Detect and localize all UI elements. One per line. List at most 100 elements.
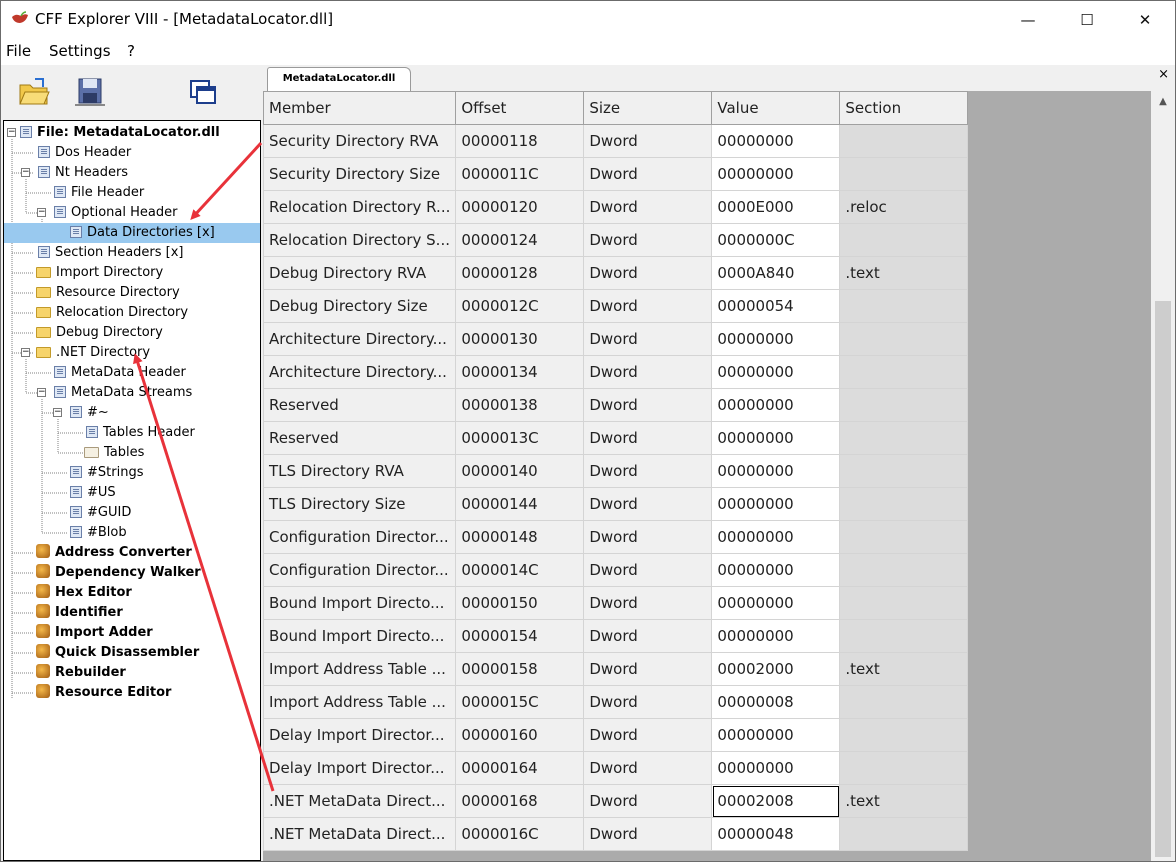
tree-root[interactable]: File: MetadataLocator.dll — [20, 123, 222, 143]
value-cell[interactable]: 00000000 — [711, 355, 841, 389]
value-cell[interactable]: 00000008 — [711, 685, 841, 719]
tree-item-dos-header[interactable]: Dos Header — [38, 143, 133, 163]
column-header[interactable]: Size — [583, 91, 713, 125]
tree-item-resource-directory[interactable]: Resource Directory — [36, 283, 182, 303]
tree-item-address-converter[interactable]: Address Converter — [36, 543, 194, 563]
column-header[interactable]: Value — [711, 91, 841, 125]
tree-item-optional-header[interactable]: Optional Header — [54, 203, 179, 223]
value-cell[interactable]: 00000000 — [711, 388, 841, 422]
tree-item-quick-disassembler[interactable]: Quick Disassembler — [36, 643, 201, 663]
table-row[interactable]: Import Address Table ... 0000015C Dword 000… — [263, 685, 969, 719]
value-cell[interactable]: 00000054 — [711, 289, 841, 323]
column-header[interactable]: Member — [263, 91, 457, 125]
value-cell[interactable]: 00000048 — [711, 817, 841, 851]
tree-expander[interactable]: − — [37, 208, 46, 217]
table-row[interactable]: Configuration Director... 0000014C Dword 00… — [263, 553, 969, 587]
value-cell[interactable]: 00000000 — [711, 487, 841, 521]
menu-help[interactable]: ? — [127, 42, 135, 60]
table-row[interactable]: Reserved 0000013C Dword 00000000 — [263, 421, 969, 455]
file-tree[interactable]: − File: MetadataLocator.dll Dos Header −… — [3, 120, 261, 861]
tree-item-dependency-walker[interactable]: Dependency Walker — [36, 563, 203, 583]
column-header[interactable]: Section — [839, 91, 969, 125]
value-cell[interactable]: 0000000C — [711, 223, 841, 257]
table-row[interactable]: .NET MetaData Direct... 00000168 Dword 0000… — [263, 784, 969, 818]
value-cell[interactable]: 00000000 — [711, 619, 841, 653]
table-row[interactable]: Security Directory Size 0000011C Dword 0000… — [263, 157, 969, 191]
tree-expander[interactable]: − — [7, 128, 16, 137]
tree-item-file-header[interactable]: File Header — [54, 183, 146, 203]
menu-file[interactable]: File — [6, 42, 31, 60]
tree-item-guid[interactable]: #GUID — [70, 503, 133, 523]
tree-item-data-directories[interactable]: Data Directories [x] — [4, 223, 260, 243]
tree-item-net-directory[interactable]: .NET Directory — [36, 343, 152, 363]
tree-item-strings[interactable]: #Strings — [70, 463, 145, 483]
value-cell[interactable]: 00002000 — [711, 652, 841, 686]
open-icon[interactable] — [17, 75, 51, 109]
title-bar[interactable]: CFF Explorer VIII - [MetadataLocator.dll… — [1, 1, 1175, 39]
table-row[interactable]: Delay Import Director... 00000160 Dword 000… — [263, 718, 969, 752]
tree-item-blob[interactable]: #Blob — [70, 523, 129, 543]
table-row[interactable]: Relocation Directory R... 00000120 Dword 00… — [263, 190, 969, 224]
table-row[interactable]: Bound Import Directo... 00000154 Dword 0000… — [263, 619, 969, 653]
table-row[interactable]: Bound Import Directo... 00000150 Dword 0000… — [263, 586, 969, 620]
tree-expander[interactable]: − — [37, 388, 46, 397]
minimize-button[interactable]: — — [999, 1, 1057, 39]
tree-item-metadata-header[interactable]: MetaData Header — [54, 363, 188, 383]
save-icon[interactable] — [73, 75, 107, 109]
windows-icon[interactable] — [187, 75, 221, 109]
value-cell[interactable]: 00000000 — [711, 454, 841, 488]
value-cell[interactable]: 00000000 — [711, 124, 841, 158]
tree-item-import-adder[interactable]: Import Adder — [36, 623, 155, 643]
table-row[interactable]: TLS Directory Size 00000144 Dword 00000000 — [263, 487, 969, 521]
tree-item-metadata-streams[interactable]: MetaData Streams — [54, 383, 194, 403]
maximize-button[interactable]: ☐ — [1058, 1, 1116, 39]
scroll-up-icon[interactable]: ▲ — [1151, 91, 1175, 113]
close-button[interactable]: ✕ — [1116, 1, 1174, 39]
vertical-scrollbar[interactable]: ▲ — [1151, 91, 1175, 861]
tree-item-tables[interactable]: Tables — [84, 443, 146, 463]
table-row[interactable]: Delay Import Director... 00000164 Dword 000… — [263, 751, 969, 785]
scroll-thumb[interactable] — [1155, 301, 1171, 857]
tree-item-section-headers[interactable]: Section Headers [x] — [38, 243, 186, 263]
value-cell[interactable]: 00002008 — [711, 784, 841, 818]
tab-close-icon[interactable]: × — [1158, 67, 1169, 82]
value-cell[interactable]: 00000000 — [711, 553, 841, 587]
tree-item-hex-editor[interactable]: Hex Editor — [36, 583, 134, 603]
tree-item-tables-header[interactable]: Tables Header — [86, 423, 197, 443]
table-row[interactable]: .NET MetaData Direct... 0000016C Dword 0000… — [263, 817, 969, 851]
table-row[interactable]: Debug Directory Size 0000012C Dword 0000005… — [263, 289, 969, 323]
value-cell[interactable]: 00000000 — [711, 157, 841, 191]
column-header[interactable]: Offset — [455, 91, 585, 125]
table-row[interactable]: Configuration Director... 00000148 Dword 00… — [263, 520, 969, 554]
table-row[interactable]: Import Address Table ... 00000158 Dword 000… — [263, 652, 969, 686]
tree-item-debug-directory[interactable]: Debug Directory — [36, 323, 165, 343]
value-cell[interactable]: 00000000 — [711, 751, 841, 785]
table-row[interactable]: Architecture Directory... 00000134 Dword 00… — [263, 355, 969, 389]
value-cell[interactable]: 00000000 — [711, 586, 841, 620]
value-cell[interactable]: 0000E000 — [711, 190, 841, 224]
table-row[interactable]: Security Directory RVA 00000118 Dword 00000… — [263, 124, 969, 158]
table-row[interactable]: Reserved 00000138 Dword 00000000 — [263, 388, 969, 422]
tree-item-nt-headers[interactable]: Nt Headers — [38, 163, 130, 183]
table-row[interactable]: TLS Directory RVA 00000140 Dword 00000000 — [263, 454, 969, 488]
table-row[interactable]: Relocation Directory S... 00000124 Dword 00… — [263, 223, 969, 257]
tree-item-import-directory[interactable]: Import Directory — [36, 263, 165, 283]
tree-expander[interactable]: − — [21, 348, 30, 357]
value-cell[interactable]: 00000000 — [711, 718, 841, 752]
tree-item-identifier[interactable]: Identifier — [36, 603, 125, 623]
table-row[interactable]: Architecture Directory... 00000130 Dword 00… — [263, 322, 969, 356]
tree-item-rebuilder[interactable]: Rebuilder — [36, 663, 128, 683]
value-cell[interactable]: 0000A840 — [711, 256, 841, 290]
value-cell[interactable]: 00000000 — [711, 520, 841, 554]
menu-settings[interactable]: Settings — [49, 42, 111, 60]
value-cell[interactable]: 00000000 — [711, 421, 841, 455]
tree-item-us[interactable]: #US — [70, 483, 118, 503]
tree-item-stream-tilde[interactable]: #~ — [70, 403, 111, 423]
tree-expander[interactable]: − — [53, 408, 62, 417]
tree-item-relocation-directory[interactable]: Relocation Directory — [36, 303, 190, 323]
tree-expander[interactable]: − — [21, 168, 30, 177]
tree-item-resource-editor[interactable]: Resource Editor — [36, 683, 173, 703]
value-cell[interactable]: 00000000 — [711, 322, 841, 356]
table-row[interactable]: Debug Directory RVA 00000128 Dword 0000A840… — [263, 256, 969, 290]
tab-metadatalocator[interactable]: MetadataLocator.dll — [267, 67, 411, 91]
